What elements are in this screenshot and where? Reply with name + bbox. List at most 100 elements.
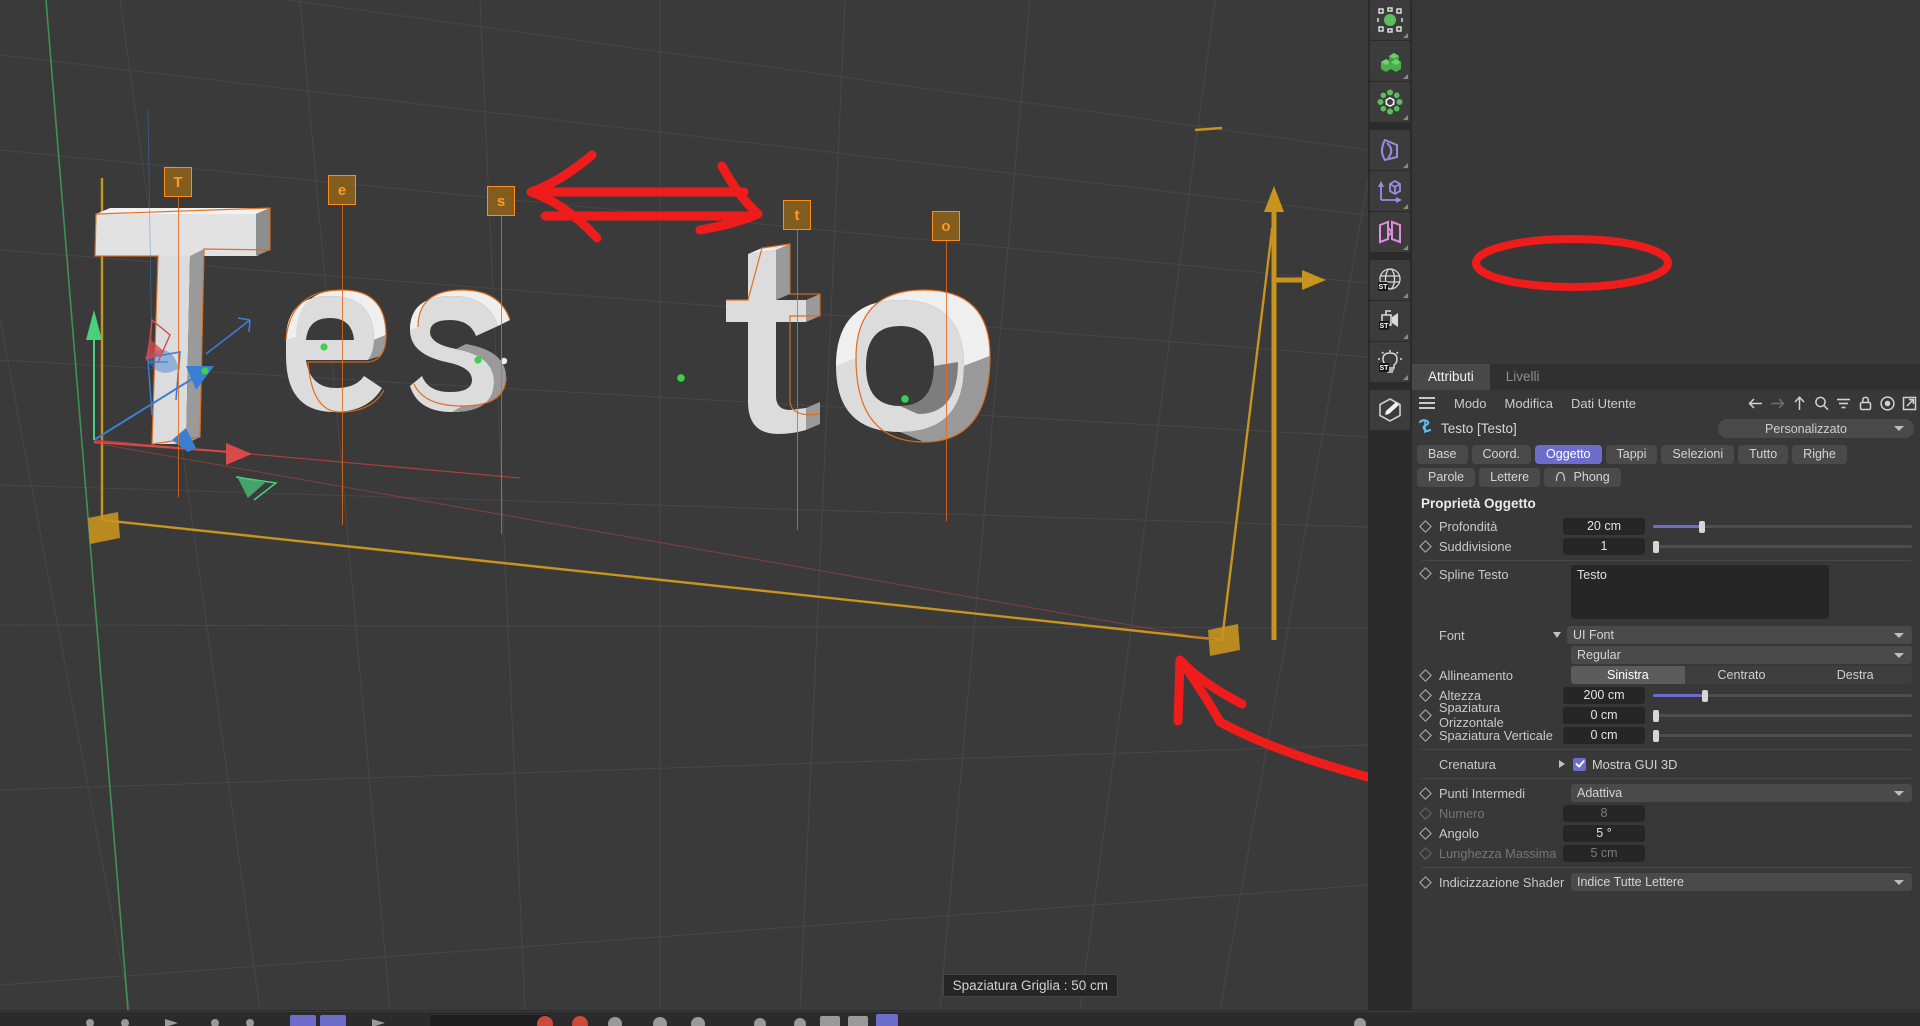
target-icon[interactable] xyxy=(1876,392,1898,414)
tab-livelli[interactable]: Livelli xyxy=(1490,364,1556,390)
row-suddivisione[interactable]: Suddivisione 1 xyxy=(1412,536,1920,556)
keyframe-diamond-icon[interactable] xyxy=(1419,669,1432,682)
lock-icon[interactable] xyxy=(1854,392,1876,414)
punti-intermedi-dropdown[interactable]: Adattiva xyxy=(1571,784,1912,802)
indicizzazione-shader-dropdown[interactable]: Indice Tutte Lettere xyxy=(1571,873,1912,891)
letter-handle-T[interactable]: T xyxy=(164,167,192,197)
pill-righe[interactable]: Righe xyxy=(1792,445,1847,464)
row-spaziatura-verticale[interactable]: Spaziatura Verticale 0 cm xyxy=(1412,725,1920,745)
keyframe-diamond-icon[interactable] xyxy=(1419,709,1432,722)
menu-modo[interactable]: Modo xyxy=(1445,396,1496,411)
hamburger-icon[interactable] xyxy=(1419,397,1435,409)
panel-tabbar[interactable]: Attributi Livelli xyxy=(1412,364,1920,390)
keyframe-diamond-icon[interactable] xyxy=(1419,827,1432,840)
text-object-icon xyxy=(1418,418,1433,440)
spline-tool-button[interactable] xyxy=(1370,130,1410,170)
search-icon[interactable] xyxy=(1810,392,1832,414)
slider-altezza[interactable] xyxy=(1653,687,1912,704)
up-arrow-icon[interactable] xyxy=(1788,392,1810,414)
row-angolo[interactable]: Angolo 5 ° xyxy=(1412,823,1920,843)
value-profondita[interactable]: 20 cm xyxy=(1563,518,1645,535)
object-bounding-box xyxy=(102,178,1272,640)
row-punti-intermedi[interactable]: Punti Intermedi Adattiva xyxy=(1412,783,1920,803)
deformer-tool-button[interactable] xyxy=(1370,82,1410,122)
row-font[interactable]: Font UI Font xyxy=(1412,625,1920,645)
environment-tool-button[interactable]: ST xyxy=(1370,260,1410,300)
value-numero: 8 xyxy=(1563,805,1645,822)
pill-parole[interactable]: Parole xyxy=(1417,468,1475,487)
menu-modifica[interactable]: Modifica xyxy=(1496,396,1562,411)
alignment-segmented-control[interactable]: Sinistra Centrato Destra xyxy=(1571,666,1912,684)
row-numero: Numero 8 xyxy=(1412,803,1920,823)
pill-tutto[interactable]: Tutto xyxy=(1738,445,1788,464)
3d-viewport[interactable]: Testo Spaziatura Griglia : 50 cm xyxy=(0,0,1368,1010)
divider xyxy=(1421,867,1911,868)
keyframe-diamond-icon[interactable] xyxy=(1419,689,1432,702)
pill-phong[interactable]: Phong xyxy=(1544,468,1621,487)
value-altezza[interactable]: 200 cm xyxy=(1563,687,1645,704)
keyframe-diamond-icon[interactable] xyxy=(1419,520,1432,533)
letter-handle-s[interactable]: s xyxy=(487,186,515,216)
value-spaziatura-verticale[interactable]: 0 cm xyxy=(1563,727,1645,744)
keyframe-diamond-icon[interactable] xyxy=(1419,540,1432,553)
label-lunghezza-massima: Lunghezza Massima xyxy=(1439,846,1563,861)
row-profondita[interactable]: Profondità 20 cm xyxy=(1412,516,1920,536)
chevron-right-icon[interactable] xyxy=(1559,760,1565,768)
row-spaziatura-orizzontale[interactable]: Spaziatura Orizzontale 0 cm xyxy=(1412,705,1920,725)
spline-text-input[interactable]: Testo xyxy=(1571,565,1829,619)
field-tool-button[interactable] xyxy=(1370,212,1410,252)
row-font-style[interactable]: Regular xyxy=(1412,645,1920,665)
mostra-gui-3d-checkbox[interactable] xyxy=(1573,758,1586,771)
row-spline-testo[interactable]: Spline Testo Testo xyxy=(1412,565,1920,619)
pill-selezioni[interactable]: Selezioni xyxy=(1661,445,1734,464)
panel-menubar[interactable]: Modo Modifica Dati Utente xyxy=(1412,390,1920,416)
value-suddivisione[interactable]: 1 xyxy=(1563,538,1645,555)
letter-handle-t[interactable]: t xyxy=(783,200,811,230)
align-destra[interactable]: Destra xyxy=(1798,666,1912,684)
label-crenatura: Crenatura xyxy=(1439,757,1563,772)
vertical-tool-palette[interactable]: ST ST xyxy=(1368,0,1412,1010)
font-style-dropdown[interactable]: Regular xyxy=(1571,646,1912,664)
row-indicizzazione-shader[interactable]: Indicizzazione Shader Indice Tutte Lette… xyxy=(1412,872,1920,892)
axis-tool-button[interactable] xyxy=(1370,171,1410,211)
material-tool-button[interactable] xyxy=(1370,390,1410,430)
font-dropdown[interactable]: UI Font xyxy=(1567,626,1912,644)
slider-profondita[interactable] xyxy=(1653,518,1912,535)
back-arrow-icon[interactable] xyxy=(1744,392,1766,414)
external-link-icon[interactable] xyxy=(1898,392,1920,414)
divider xyxy=(1421,749,1911,750)
letter-handle-o[interactable]: o xyxy=(932,211,960,241)
pill-lettere[interactable]: Lettere xyxy=(1479,468,1540,487)
keyframe-diamond-icon[interactable] xyxy=(1419,729,1432,742)
keyframe-diamond-icon[interactable] xyxy=(1419,787,1432,800)
value-spaziatura-orizzontale[interactable]: 0 cm xyxy=(1563,707,1645,724)
preset-dropdown[interactable]: Personalizzato xyxy=(1718,419,1914,438)
selection-tool-button[interactable] xyxy=(1370,0,1410,40)
value-angolo[interactable]: 5 ° xyxy=(1563,825,1645,842)
row-allineamento[interactable]: Allineamento Sinistra Centrato Destra xyxy=(1412,665,1920,685)
bottom-toolbar[interactable] xyxy=(0,1010,1920,1026)
tab-attributi[interactable]: Attributi xyxy=(1412,364,1490,390)
align-sinistra[interactable]: Sinistra xyxy=(1571,666,1685,684)
slider-spaziatura-verticale[interactable] xyxy=(1653,727,1912,744)
menu-dati-utente[interactable]: Dati Utente xyxy=(1562,396,1645,411)
keyframe-diamond-icon[interactable] xyxy=(1419,567,1432,580)
pill-base[interactable]: Base xyxy=(1417,445,1468,464)
keyframe-diamond-icon[interactable] xyxy=(1419,876,1432,889)
row-crenatura[interactable]: Crenatura Mostra GUI 3D xyxy=(1412,754,1920,774)
slider-suddivisione[interactable] xyxy=(1653,538,1912,555)
camera-tool-button[interactable]: ST xyxy=(1370,301,1410,341)
mograph-tool-button[interactable] xyxy=(1370,41,1410,81)
filter-icon[interactable] xyxy=(1832,392,1854,414)
letter-handle-e[interactable]: e xyxy=(328,175,356,205)
align-centrato[interactable]: Centrato xyxy=(1685,666,1799,684)
forward-arrow-icon[interactable] xyxy=(1766,392,1788,414)
object-anchor-dot xyxy=(677,374,685,382)
font-expand-chevron-icon[interactable] xyxy=(1553,632,1561,638)
pill-coord[interactable]: Coord. xyxy=(1472,445,1532,464)
attribute-tab-pills[interactable]: Base Coord. Oggetto Tappi Selezioni Tutt… xyxy=(1412,441,1920,493)
pill-oggetto[interactable]: Oggetto xyxy=(1535,445,1601,464)
light-tool-button[interactable]: ST xyxy=(1370,342,1410,382)
slider-spaziatura-orizzontale[interactable] xyxy=(1653,707,1912,724)
pill-tappi[interactable]: Tappi xyxy=(1606,445,1658,464)
